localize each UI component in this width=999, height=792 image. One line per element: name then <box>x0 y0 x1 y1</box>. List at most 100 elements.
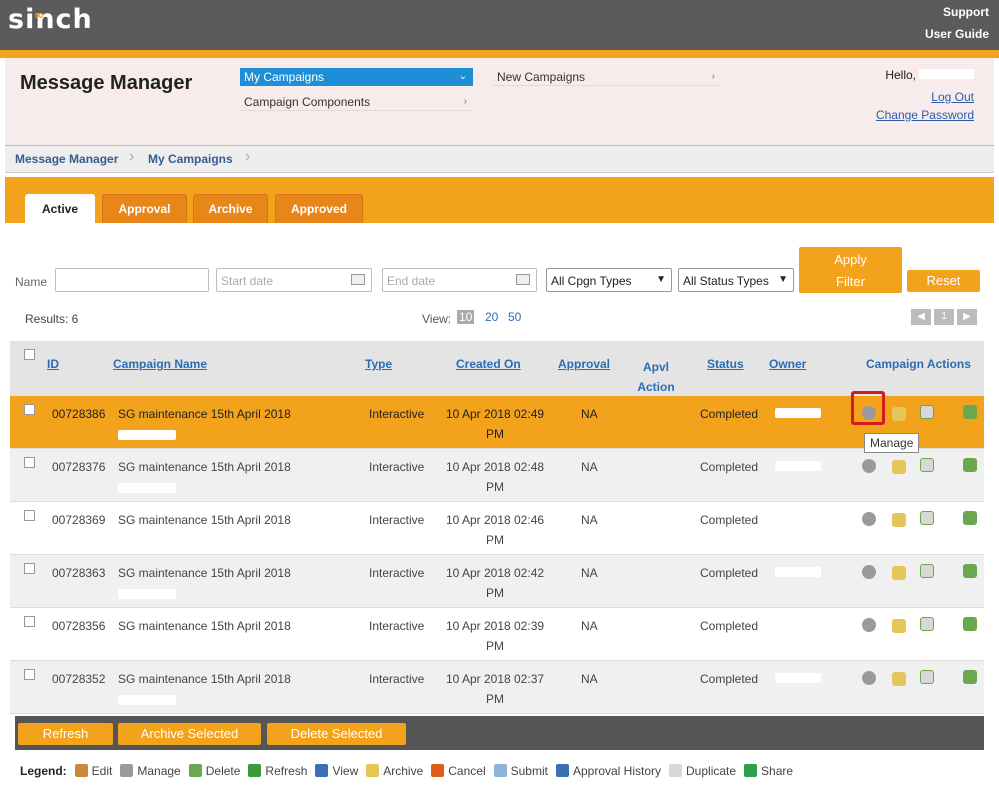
folder-icon[interactable] <box>892 566 906 580</box>
duplicate-icon[interactable] <box>920 405 934 419</box>
view-20-option[interactable]: 20 <box>485 310 498 324</box>
page-number[interactable]: 1 <box>934 309 954 325</box>
campaign-name[interactable]: SG maintenance 15th April 2018 <box>118 563 291 583</box>
nav-my-campaigns[interactable]: My Campaigns ⌄ <box>240 68 473 86</box>
column-campaign-name[interactable]: Campaign Name <box>113 357 207 371</box>
tab-archive[interactable]: Archive <box>193 194 268 223</box>
row-checkbox[interactable] <box>24 457 35 468</box>
tab-approved[interactable]: Approved <box>275 194 363 223</box>
dropdown-arrow-icon: ▼ <box>656 274 666 285</box>
row-checkbox[interactable] <box>24 563 35 574</box>
duplicate-icon[interactable] <box>920 617 934 631</box>
owner-redacted <box>775 673 821 683</box>
campaign-type-select[interactable]: All Cpgn Types ▼ <box>546 268 672 292</box>
next-page-button[interactable]: ▶ <box>957 309 977 325</box>
table-row[interactable]: 00728369 SG maintenance 15th April 2018 In… <box>10 502 984 555</box>
breadcrumb-message-manager[interactable]: Message Manager <box>15 152 118 166</box>
support-link[interactable]: Support <box>943 5 989 19</box>
gear-icon[interactable] <box>862 512 876 526</box>
campaign-name[interactable]: SG maintenance 15th April 2018 <box>118 457 291 477</box>
status-type-select[interactable]: All Status Types ▼ <box>678 268 794 292</box>
column-owner[interactable]: Owner <box>769 357 806 371</box>
folder-icon[interactable] <box>892 407 906 421</box>
chevron-right-icon: › <box>463 96 467 107</box>
column-approval[interactable]: Approval <box>558 357 610 371</box>
campaign-name[interactable]: SG maintenance 15th April 2018 <box>118 669 291 689</box>
row-checkbox[interactable] <box>24 404 35 415</box>
prev-page-button[interactable]: ◀ <box>911 309 931 325</box>
table-row[interactable]: 00728356 SG maintenance 15th April 2018 In… <box>10 608 984 661</box>
tab-active[interactable]: Active <box>25 194 95 223</box>
archive-selected-button[interactable]: Archive Selected <box>118 723 261 745</box>
column-id[interactable]: ID <box>47 357 59 371</box>
trash-icon[interactable] <box>963 458 977 472</box>
trash-icon[interactable] <box>963 405 977 419</box>
trash-icon[interactable] <box>963 564 977 578</box>
column-apvl-action: Apvl Action <box>637 360 675 394</box>
manage-tooltip: Manage <box>864 433 920 453</box>
name-input[interactable] <box>55 268 209 292</box>
table-row[interactable]: 00728386 SG maintenance 15th April 2018 In… <box>10 396 984 449</box>
legend-item: Edit <box>91 764 113 778</box>
table-row[interactable]: 00728352 SG maintenance 15th April 2018 In… <box>10 661 984 714</box>
refresh-button[interactable]: Refresh <box>18 723 113 745</box>
approval-status: NA <box>581 460 598 474</box>
campaign-name[interactable]: SG maintenance 15th April 2018 <box>118 404 291 424</box>
duplicate-icon[interactable] <box>920 564 934 578</box>
column-created-on[interactable]: Created On <box>456 357 521 371</box>
campaign-type: Interactive <box>369 619 425 633</box>
calendar-icon[interactable] <box>516 274 530 285</box>
campaign-name[interactable]: SG maintenance 15th April 2018 <box>118 616 291 636</box>
duplicate-icon[interactable] <box>920 458 934 472</box>
breadcrumb-my-campaigns[interactable]: My Campaigns <box>148 152 233 166</box>
top-bar: ∞ sinch Support User Guide <box>0 0 999 50</box>
select-all-checkbox[interactable] <box>24 349 35 360</box>
gear-icon[interactable] <box>862 565 876 579</box>
gear-icon[interactable] <box>862 459 876 473</box>
row-checkbox[interactable] <box>24 616 35 627</box>
apply-filter-button[interactable]: Apply Filter <box>799 247 902 293</box>
trash-icon[interactable] <box>963 511 977 525</box>
campaign-name[interactable]: SG maintenance 15th April 2018 <box>118 510 291 530</box>
user-guide-link[interactable]: User Guide <box>925 27 989 41</box>
delete-icon <box>188 764 202 777</box>
chevron-down-icon: ⌄ <box>458 71 467 82</box>
folder-icon[interactable] <box>892 672 906 686</box>
campaign-name-redacted <box>118 536 176 546</box>
change-password-link[interactable]: Change Password <box>876 108 974 122</box>
column-type[interactable]: Type <box>365 357 392 371</box>
column-status[interactable]: Status <box>707 357 744 371</box>
legend-item: Refresh <box>265 764 308 778</box>
start-date-input[interactable]: Start date <box>216 268 372 292</box>
view-50-option[interactable]: 50 <box>508 310 521 324</box>
nav-new-campaigns[interactable]: New Campaigns › <box>493 68 721 86</box>
tab-approval[interactable]: Approval <box>102 194 187 223</box>
gear-icon[interactable] <box>862 671 876 685</box>
campaign-type: Interactive <box>369 566 425 580</box>
table-row[interactable]: 00728376 SG maintenance 15th April 2018 In… <box>10 449 984 502</box>
calendar-icon[interactable] <box>351 274 365 285</box>
nav-campaign-components[interactable]: Campaign Components › <box>240 93 473 111</box>
folder-icon[interactable] <box>892 513 906 527</box>
folder-icon[interactable] <box>892 460 906 474</box>
logout-link[interactable]: Log Out <box>931 90 974 104</box>
row-checkbox[interactable] <box>24 669 35 680</box>
gear-icon[interactable] <box>862 618 876 632</box>
duplicate-icon[interactable] <box>920 670 934 684</box>
reset-button[interactable]: Reset <box>907 270 980 292</box>
campaign-status: Completed <box>700 407 759 421</box>
trash-icon[interactable] <box>963 617 977 631</box>
row-checkbox[interactable] <box>24 510 35 521</box>
legend-item: Cancel <box>448 764 486 778</box>
approval-status: NA <box>581 672 598 686</box>
folder-icon[interactable] <box>892 619 906 633</box>
view-icon <box>315 764 329 777</box>
duplicate-icon[interactable] <box>920 511 934 525</box>
delete-selected-button[interactable]: Delete Selected <box>267 723 406 745</box>
sinch-logo[interactable]: ∞ sinch <box>8 4 93 35</box>
trash-icon[interactable] <box>963 670 977 684</box>
view-10-option[interactable]: 10 <box>457 310 475 324</box>
table-row[interactable]: 00728363 SG maintenance 15th April 2018 In… <box>10 555 984 608</box>
end-date-input[interactable]: End date <box>382 268 537 292</box>
accent-strip <box>0 50 999 58</box>
